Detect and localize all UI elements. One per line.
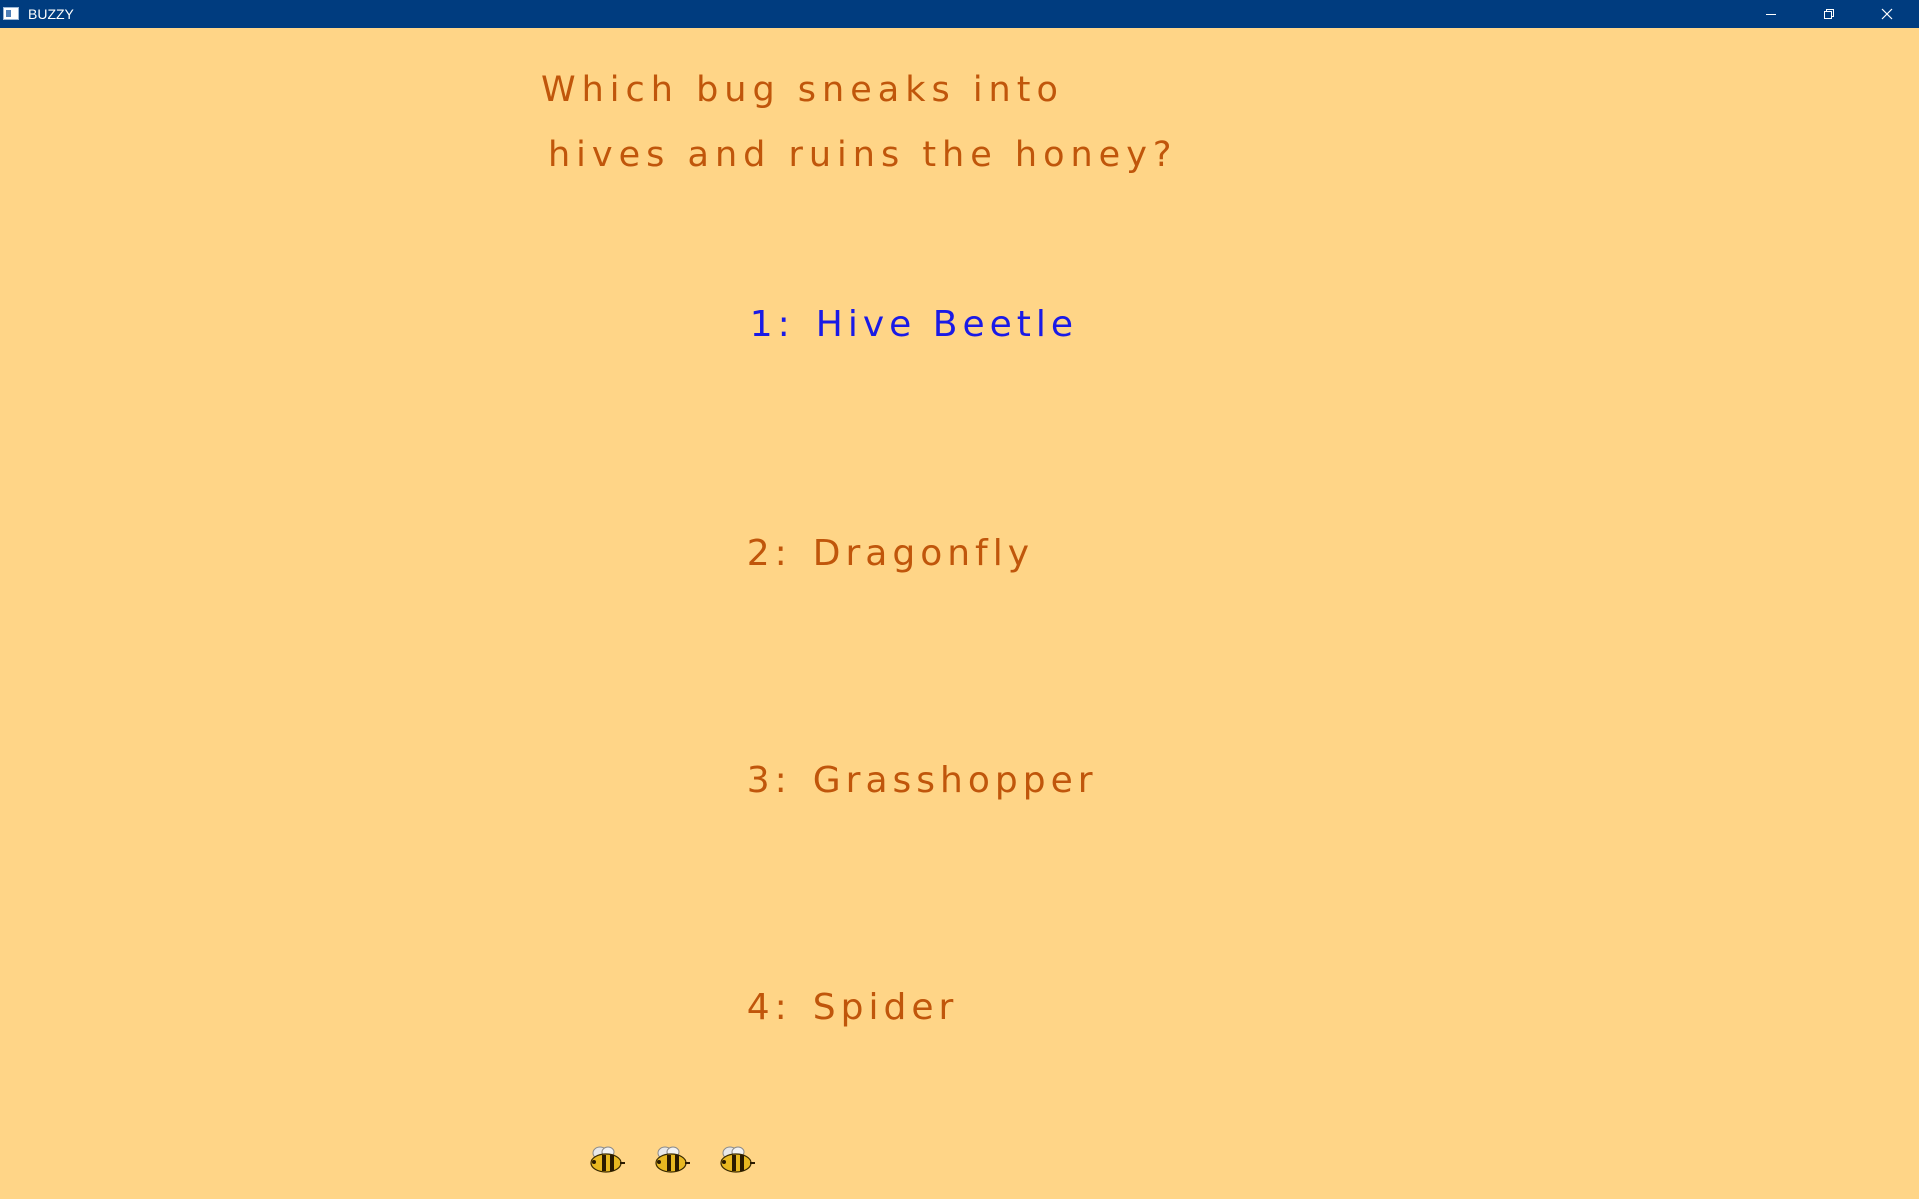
window-title: BUZZY <box>28 6 74 22</box>
close-button[interactable] <box>1858 0 1916 28</box>
app-window-icon <box>3 7 19 20</box>
answer-number: 2: <box>746 533 792 574</box>
game-area: Which bug sneaks into hives and ruins th… <box>0 28 1919 1199</box>
minimize-button[interactable] <box>1742 0 1800 28</box>
answer-option-3[interactable]: 3: Grasshopper <box>681 718 1098 844</box>
bee-icon <box>651 1144 691 1178</box>
question-line-1: Which bug sneaks into <box>541 70 1064 110</box>
answer-option-2[interactable]: 2: Dragonfly <box>681 491 1034 617</box>
question-line-2: hives and ruins the honey? <box>548 135 1178 175</box>
answer-label: Grasshopper <box>812 760 1098 801</box>
answer-number: 4: <box>746 987 792 1028</box>
answer-label: Spider <box>812 987 959 1028</box>
bee-icon <box>716 1144 756 1178</box>
close-icon <box>1881 8 1893 20</box>
restore-button[interactable] <box>1800 0 1858 28</box>
restore-icon <box>1824 9 1834 19</box>
bee-icon <box>586 1144 626 1178</box>
answer-label: Hive Beetle <box>815 304 1079 345</box>
answer-option-4[interactable]: 4: Spider <box>681 945 958 1071</box>
minimize-icon <box>1766 14 1776 15</box>
title-bar: BUZZY <box>0 0 1919 28</box>
answer-label: Dragonfly <box>812 533 1035 574</box>
answer-number: 3: <box>746 760 792 801</box>
answer-option-1[interactable]: 1: Hive Beetle <box>684 262 1078 388</box>
answer-number: 1: <box>749 304 795 345</box>
